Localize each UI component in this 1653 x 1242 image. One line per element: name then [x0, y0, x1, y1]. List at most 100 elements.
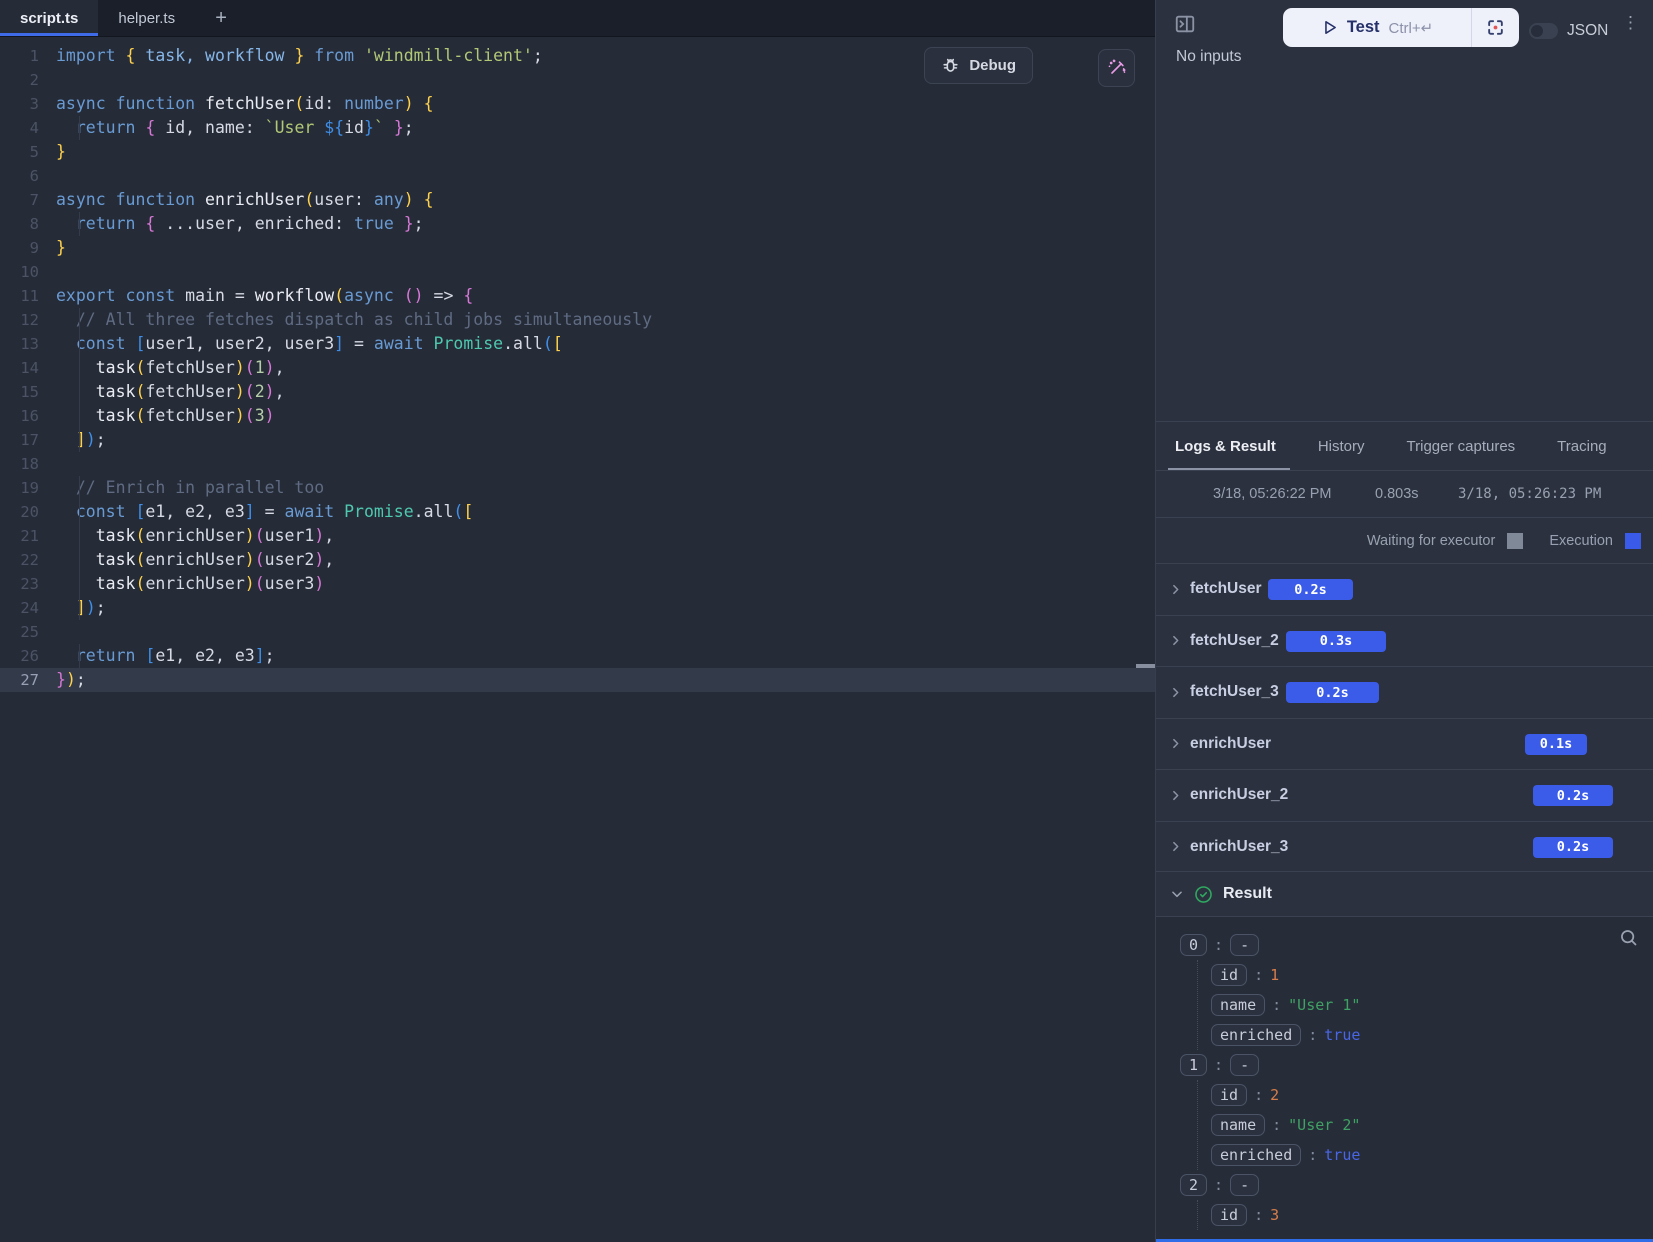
colon: : — [1308, 1146, 1317, 1164]
job-duration-bar: 0.2s — [1268, 579, 1353, 600]
code-line-15[interactable]: 15 task(fetchUser)(2), — [0, 380, 1155, 404]
code-line-10[interactable]: 10 — [0, 260, 1155, 284]
legend-swatch — [1507, 533, 1523, 549]
tab-trigger-captures[interactable]: Trigger captures — [1407, 422, 1516, 470]
code-editor-pane: script.ts helper.ts + 1import { task, wo… — [0, 0, 1155, 1242]
code-line-content: task(fetchUser)(1), — [56, 356, 285, 380]
new-tab-button[interactable]: + — [195, 0, 247, 36]
job-row-enrichUser_3[interactable]: enrichUser_30.2s — [1156, 821, 1653, 873]
code-line-8[interactable]: 8 return { ...user, enriched: true }; — [0, 212, 1155, 236]
json-key-pill: name — [1211, 994, 1265, 1016]
job-row-fetchUser_3[interactable]: fetchUser_30.2s — [1156, 666, 1653, 718]
json-value: true — [1324, 1146, 1360, 1164]
collapse-toggle-pill[interactable]: - — [1230, 1174, 1259, 1196]
code-line-19[interactable]: 19 // Enrich in parallel too — [0, 476, 1155, 500]
line-number: 19 — [0, 476, 56, 500]
tab-tracing-label: Tracing — [1557, 438, 1606, 455]
code-line-20[interactable]: 20 const [e1, e2, e3] = await Promise.al… — [0, 500, 1155, 524]
line-number: 14 — [0, 356, 56, 380]
logs-tabbar: Logs & Result History Trigger captures T… — [1156, 421, 1653, 470]
test-button[interactable]: Test Ctrl+↵ — [1283, 8, 1472, 47]
code-line-9[interactable]: 9} — [0, 236, 1155, 260]
job-name: fetchUser — [1190, 580, 1262, 598]
job-row-fetchUser[interactable]: fetchUser 0.2s — [1156, 563, 1653, 615]
editor-scrollbar-thumb[interactable] — [1136, 664, 1155, 668]
code-line-21[interactable]: 21 task(enrichUser)(user1), — [0, 524, 1155, 548]
legend-label: Execution — [1549, 533, 1613, 549]
result-section-header[interactable]: Result — [1156, 871, 1653, 916]
code-line-24[interactable]: 24 ]); — [0, 596, 1155, 620]
line-number: 18 — [0, 452, 56, 476]
test-shortcut: Ctrl+↵ — [1389, 19, 1434, 37]
line-number: 1 — [0, 44, 56, 68]
code-area[interactable]: 1import { task, workflow } from 'windmil… — [0, 37, 1155, 692]
tab-helper-ts[interactable]: helper.ts — [98, 0, 195, 36]
chevron-right-icon — [1169, 789, 1182, 802]
indent-guide — [79, 356, 80, 380]
code-line-5[interactable]: 5} — [0, 140, 1155, 164]
tab-helper-ts-label: helper.ts — [118, 10, 175, 27]
indent-guide — [79, 644, 80, 668]
play-icon — [1321, 19, 1338, 36]
job-name: fetchUser_2 — [1190, 632, 1279, 650]
indent-guide — [79, 500, 80, 524]
code-line-content: async function fetchUser(id: number) { — [56, 92, 434, 116]
tab-history-label: History — [1318, 438, 1365, 455]
code-line-25[interactable]: 25 — [0, 620, 1155, 644]
job-row-enrichUser[interactable]: enrichUser0.1s — [1156, 718, 1653, 770]
code-line-27[interactable]: 27}); — [0, 668, 1155, 692]
job-row-enrichUser_2[interactable]: enrichUser_20.2s — [1156, 769, 1653, 821]
json-toggle[interactable] — [1529, 23, 1558, 39]
code-line-content: return { ...user, enriched: true }; — [56, 212, 424, 236]
colon: : — [1308, 1026, 1317, 1044]
code-line-11[interactable]: 11export const main = workflow(async () … — [0, 284, 1155, 308]
code-line-12[interactable]: 12 // All three fetches dispatch as chil… — [0, 308, 1155, 332]
code-line-6[interactable]: 6 — [0, 164, 1155, 188]
json-field-row: id:2 — [1211, 1080, 1653, 1110]
job-row-fetchUser_2[interactable]: fetchUser_20.3s — [1156, 615, 1653, 667]
tab-logs-result[interactable]: Logs & Result — [1175, 422, 1276, 470]
code-line-18[interactable]: 18 — [0, 452, 1155, 476]
collapse-toggle-pill[interactable]: - — [1230, 1054, 1259, 1076]
code-line-13[interactable]: 13 const [user1, user2, user3] = await P… — [0, 332, 1155, 356]
search-icon[interactable] — [1618, 927, 1639, 948]
code-line-26[interactable]: 26 return [e1, e2, e3]; — [0, 644, 1155, 668]
test-button-label: Test — [1347, 18, 1380, 37]
code-line-22[interactable]: 22 task(enrichUser)(user2), — [0, 548, 1155, 572]
job-name: enrichUser — [1190, 735, 1271, 753]
json-value: 3 — [1270, 1206, 1279, 1224]
job-name: enrichUser_3 — [1190, 838, 1288, 856]
code-line-7[interactable]: 7async function enrichUser(user: any) { — [0, 188, 1155, 212]
code-line-3[interactable]: 3async function fetchUser(id: number) { — [0, 92, 1155, 116]
code-line-content: return [e1, e2, e3]; — [56, 644, 275, 668]
ai-assistant-button[interactable] — [1098, 49, 1135, 87]
line-number: 9 — [0, 236, 56, 260]
json-field-row: id:1 — [1211, 960, 1653, 990]
code-line-16[interactable]: 16 task(fetchUser)(3) — [0, 404, 1155, 428]
colon: : — [1214, 936, 1223, 954]
json-children: id:2name:"User 2"enriched:true — [1197, 1080, 1653, 1170]
code-line-14[interactable]: 14 task(fetchUser)(1), — [0, 356, 1155, 380]
colon: : — [1214, 1056, 1223, 1074]
json-key-pill: enriched — [1211, 1024, 1301, 1046]
code-line-17[interactable]: 17 ]); — [0, 428, 1155, 452]
chevron-right-icon — [1169, 686, 1182, 699]
focus-run-button[interactable] — [1472, 8, 1519, 47]
more-options-button[interactable]: ⋮ — [1622, 19, 1636, 27]
indent-guide — [79, 428, 80, 452]
line-number: 16 — [0, 404, 56, 428]
json-index-row: 0:- — [1180, 930, 1653, 960]
code-line-4[interactable]: 4 return { id, name: `User ${id}` }; — [0, 116, 1155, 140]
tab-history[interactable]: History — [1318, 422, 1365, 470]
tab-script-ts[interactable]: script.ts — [0, 0, 98, 36]
success-check-icon — [1194, 885, 1213, 904]
tab-tracing[interactable]: Tracing — [1557, 422, 1606, 470]
collapse-toggle-pill[interactable]: - — [1230, 934, 1259, 956]
collapse-panel-icon[interactable] — [1174, 13, 1196, 35]
debug-button[interactable]: Debug — [924, 47, 1033, 84]
json-key-pill: 2 — [1180, 1174, 1207, 1196]
code-line-23[interactable]: 23 task(enrichUser)(user3) — [0, 572, 1155, 596]
colon: : — [1272, 1116, 1281, 1134]
json-key-pill: name — [1211, 1114, 1265, 1136]
json-tree: 0:-id:1name:"User 1"enriched:true1:-id:2… — [1180, 930, 1653, 1230]
